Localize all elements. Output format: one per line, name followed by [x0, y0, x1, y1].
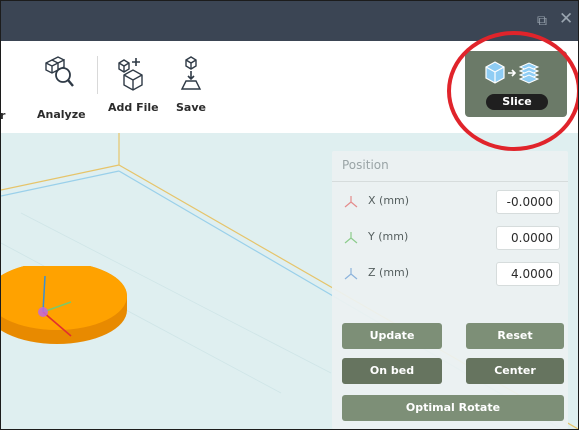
save-label: Save	[176, 101, 206, 114]
z-label: Z (mm)	[368, 266, 410, 279]
y-axis-icon	[344, 232, 358, 244]
panel-divider	[332, 181, 568, 182]
z-value-field[interactable]: 4.0000	[496, 262, 560, 286]
x-axis-icon	[344, 196, 358, 208]
y-label: Y (mm)	[368, 230, 409, 243]
orange-disc-model[interactable]	[0, 266, 127, 386]
panel-title: Position	[342, 158, 389, 172]
update-button[interactable]: Update	[342, 323, 442, 349]
y-value-field[interactable]: 0.0000	[496, 226, 560, 250]
reset-button[interactable]: Reset	[466, 323, 564, 349]
z-axis-icon	[344, 268, 358, 280]
x-label: X (mm)	[368, 194, 410, 207]
x-value-field[interactable]: -0.0000	[496, 190, 560, 214]
analyze-icon	[45, 56, 74, 87]
restore-icon[interactable]: ⧉	[537, 12, 547, 30]
position-panel: Position X (mm) -0.0000 Y (mm) 0.0000 Z …	[332, 151, 568, 429]
add-file-label: Add File	[108, 101, 159, 114]
analyze-button[interactable]: Analyze	[37, 55, 86, 121]
center-button[interactable]: Center	[466, 358, 564, 384]
save-icon	[180, 56, 202, 90]
add-file-button[interactable]: Add File	[108, 55, 159, 114]
add-file-icon	[118, 58, 143, 91]
on-bed-button[interactable]: On bed	[342, 358, 442, 384]
save-button[interactable]: Save	[173, 55, 209, 114]
analyze-label: Analyze	[37, 108, 86, 121]
close-icon[interactable]: ✕	[559, 10, 573, 28]
optimal-rotate-button[interactable]: Optimal Rotate	[342, 395, 564, 421]
partial-tool-label[interactable]: r	[1, 109, 5, 122]
toolbar-divider	[97, 56, 98, 94]
app-window: ⧉ ✕ r Analyze Add File Save Slice Positi…	[0, 0, 579, 430]
